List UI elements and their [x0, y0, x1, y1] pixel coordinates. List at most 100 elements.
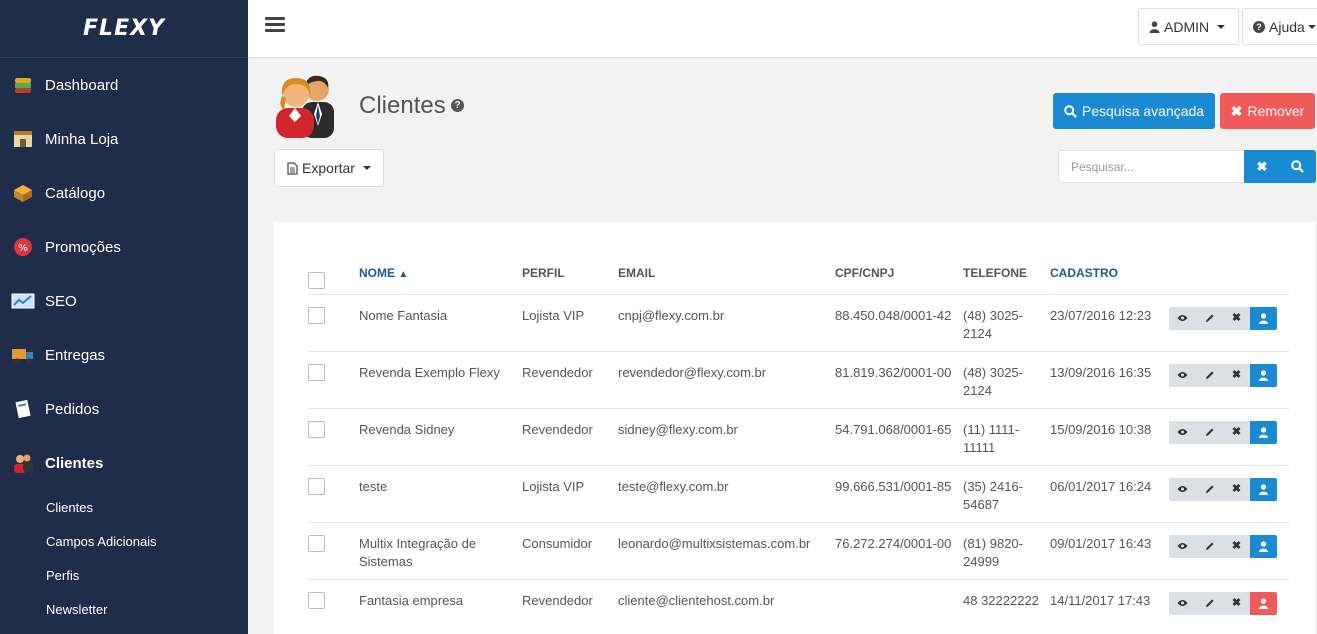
delete-button[interactable]: ✖ — [1223, 534, 1250, 558]
row-checkbox[interactable] — [308, 534, 325, 552]
pencil-icon — [1205, 427, 1215, 437]
export-button[interactable]: Exportar — [274, 149, 384, 187]
view-button[interactable] — [1169, 363, 1196, 387]
delete-button[interactable]: ✖ — [1223, 591, 1250, 615]
edit-button[interactable] — [1196, 591, 1223, 615]
subnav-item-clientes[interactable]: Clientes — [0, 490, 248, 524]
sidebar-item-seo[interactable]: SEO — [0, 274, 248, 328]
eye-icon — [1177, 542, 1188, 550]
user-icon — [1259, 426, 1268, 438]
row-checkbox[interactable] — [308, 363, 325, 381]
row-actions-cell: ✖ — [1160, 294, 1289, 352]
advanced-search-button[interactable]: Pesquisa avançada — [1053, 93, 1215, 129]
sidebar-item-minha-loja[interactable]: Minha Loja — [0, 112, 248, 166]
view-button[interactable] — [1169, 591, 1196, 615]
search-icon — [1291, 160, 1304, 173]
subnav-item-newsletter[interactable]: Newsletter — [0, 592, 248, 626]
store-icon — [10, 127, 36, 151]
subnav-item-campos-adicionais[interactable]: Campos Adicionais — [0, 524, 248, 558]
sidebar-item-clientes[interactable]: Clientes — [0, 436, 248, 490]
sidebar-item-promocoes[interactable]: % Promoções — [0, 220, 248, 274]
user-status-button[interactable] — [1250, 534, 1277, 558]
user-status-button[interactable] — [1250, 591, 1277, 615]
question-circle-icon: ? — [1253, 20, 1265, 33]
promotion-icon: % — [10, 235, 36, 259]
eye-icon — [1177, 485, 1188, 493]
delete-button[interactable]: ✖ — [1223, 363, 1250, 387]
menu-toggle-icon[interactable] — [265, 17, 285, 33]
column-header-profile: PERFIL — [522, 258, 618, 295]
user-icon — [1259, 597, 1268, 609]
sidebar-item-dashboard[interactable]: Dashboard — [0, 58, 248, 112]
user-status-button[interactable] — [1250, 363, 1277, 387]
help-menu-button[interactable]: ? Ajuda — [1242, 8, 1317, 45]
clear-search-button[interactable]: ✖ — [1244, 150, 1280, 183]
cell-doc: 54.791.068/0001-65 — [835, 408, 963, 466]
delete-button[interactable]: ✖ — [1223, 306, 1250, 330]
select-all-checkbox[interactable] — [308, 271, 325, 289]
cell-phone: (35) 2416-54687 — [963, 465, 1050, 523]
column-header-date[interactable]: CADASTRO — [1050, 258, 1160, 295]
cell-date: 09/01/2017 16:43 — [1050, 522, 1160, 580]
help-icon[interactable]: ? — [451, 99, 464, 112]
cell-name: Fantasia empresa — [359, 579, 522, 634]
close-icon: ✖ — [1231, 312, 1242, 324]
row-checkbox[interactable] — [308, 477, 325, 495]
user-status-button[interactable] — [1250, 477, 1277, 501]
svg-text:%: % — [18, 243, 28, 254]
eye-icon — [1177, 428, 1188, 436]
user-menu-button[interactable]: ADMIN — [1138, 8, 1239, 45]
sidebar-subnav: Clientes Campos Adicionais Perfis Newsle… — [0, 490, 248, 626]
table-row: Revenda Exemplo Flexy Revendedor revendedo… — [308, 351, 1289, 409]
pencil-icon — [1205, 313, 1215, 323]
view-button[interactable] — [1169, 534, 1196, 558]
row-checkbox[interactable] — [308, 420, 325, 438]
row-checkbox[interactable] — [308, 591, 325, 609]
view-button[interactable] — [1169, 477, 1196, 501]
chevron-down-icon — [1217, 24, 1226, 29]
cell-phone: 48 32222222 — [963, 579, 1050, 634]
brand-logo[interactable]: FLEXY — [0, 0, 248, 58]
sidebar-item-entregas[interactable]: Entregas — [0, 328, 248, 382]
edit-button[interactable] — [1196, 534, 1223, 558]
column-header-name[interactable]: NOME ▲ — [359, 258, 522, 295]
user-icon — [1259, 483, 1268, 495]
search-icon — [1064, 104, 1077, 118]
clients-page-icon — [272, 72, 340, 140]
cell-name: Multix Integração de Sistemas — [359, 522, 522, 580]
row-select-cell — [308, 465, 359, 523]
select-all-cell — [308, 258, 359, 295]
close-icon: ✖ — [1231, 483, 1242, 495]
cell-doc: 99.666.531/0001-85 — [835, 465, 963, 523]
pencil-icon — [1205, 598, 1215, 608]
delete-button[interactable]: ✖ — [1223, 420, 1250, 444]
search-input[interactable] — [1058, 150, 1245, 183]
view-button[interactable] — [1169, 306, 1196, 330]
sidebar-item-catalogo[interactable]: Catálogo — [0, 166, 248, 220]
user-status-button[interactable] — [1250, 306, 1277, 330]
view-button[interactable] — [1169, 420, 1196, 444]
edit-button[interactable] — [1196, 420, 1223, 444]
edit-button[interactable] — [1196, 477, 1223, 501]
remove-button[interactable]: ✖ Remover — [1220, 93, 1315, 129]
top-bar: ADMIN ? Ajuda — [248, 0, 1317, 58]
edit-button[interactable] — [1196, 363, 1223, 387]
subnav-item-perfis[interactable]: Perfis — [0, 558, 248, 592]
clients-table: NOME ▲ PERFIL EMAIL CPF/CNPJ TELEFONE CA… — [308, 258, 1289, 634]
table-row: Multix Integração de Sistemas Consumidor l… — [308, 522, 1289, 580]
delete-button[interactable]: ✖ — [1223, 477, 1250, 501]
pencil-icon — [1205, 484, 1215, 494]
column-header-phone: TELEFONE — [963, 258, 1050, 295]
row-checkbox[interactable] — [308, 306, 325, 324]
sidebar-item-pedidos[interactable]: Pedidos — [0, 382, 248, 436]
cell-name: teste — [359, 465, 522, 523]
cell-profile: Revendedor — [522, 408, 618, 466]
user-icon — [1149, 20, 1160, 33]
edit-button[interactable] — [1196, 306, 1223, 330]
user-status-button[interactable] — [1250, 420, 1277, 444]
table-row: Nome Fantasia Lojista VIP cnpj@flexy.com.b… — [308, 294, 1289, 352]
search-button[interactable] — [1279, 150, 1316, 183]
cell-email: teste@flexy.com.br — [618, 465, 835, 523]
cell-profile: Consumidor — [522, 522, 618, 580]
row-actions: ✖ — [1160, 477, 1289, 501]
